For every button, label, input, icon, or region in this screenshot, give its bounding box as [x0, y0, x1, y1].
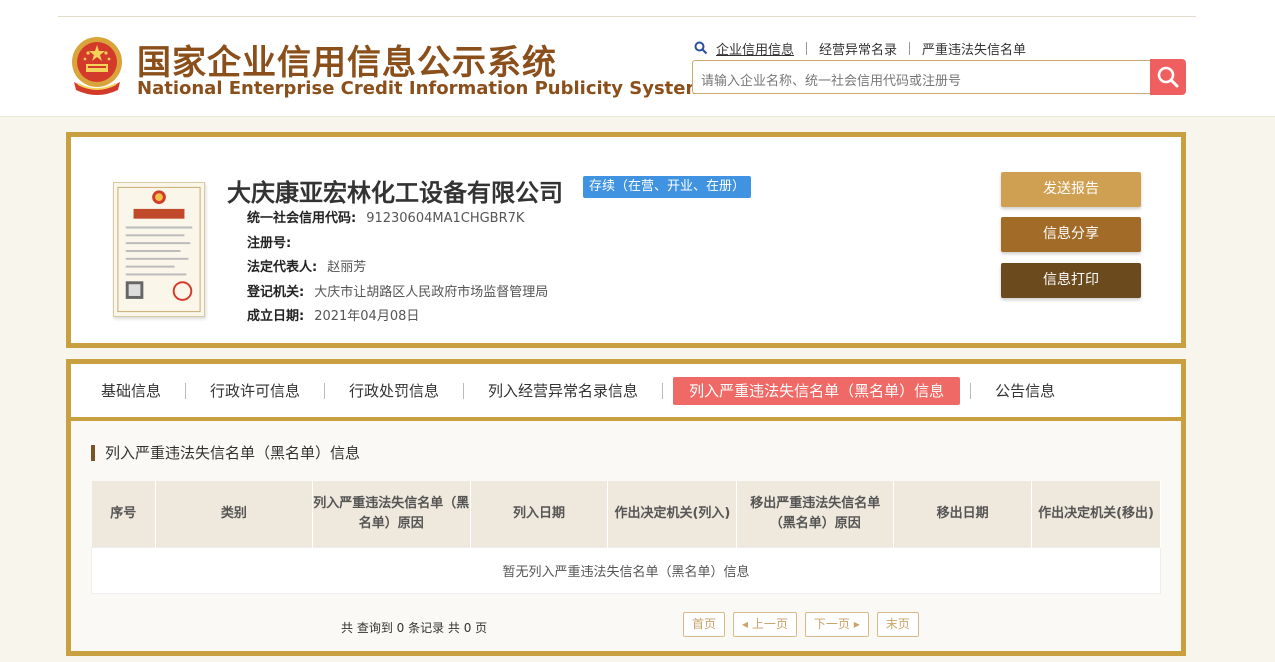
info-label: 法定代表人: [247, 260, 318, 275]
header-divider [58, 16, 1196, 17]
next-page-label: 下一页 [813, 617, 850, 631]
column-header: 列入严重违法失信名单（黑名单）原因 [312, 481, 471, 547]
info-label: 注册号: [247, 235, 292, 251]
tab-separator [185, 382, 187, 399]
tab-separator [324, 382, 326, 399]
prev-page-label: 上一页 [751, 617, 788, 631]
column-header: 列入日期 [470, 481, 609, 547]
section-title: 列入严重违法失信名单（黑名单）信息 [91, 445, 360, 461]
company-name: 大庆康亚宏林化工设备有限公司 [227, 179, 563, 207]
info-value: 91230604MA1CHGBR7K [366, 211, 525, 226]
info-label: 登记机关: [247, 284, 305, 300]
info-label: 统一社会信用代码: [247, 211, 357, 226]
tab-announcements[interactable]: 公告信息 [981, 377, 1069, 405]
blacklist-panel: 列入严重违法失信名单（黑名单）信息 序号 类别 列入严重违法失信名单（黑名单）原… [71, 421, 1181, 651]
pagination: 首页 ◂ 上一页 下一页 ▸ 末页 [683, 612, 919, 637]
first-page-button[interactable]: 首页 [683, 612, 726, 637]
info-label: 成立日期: [247, 309, 305, 324]
info-row-established: 成立日期: 2021年04月08日 [247, 305, 548, 330]
search-input[interactable]: 请输入企业名称、统一社会信用代码或注册号 [692, 60, 1150, 94]
business-license-icon[interactable] [113, 182, 205, 317]
tab-abnormal-list[interactable]: 列入经营异常名录信息 [474, 377, 652, 405]
column-header: 作出决定机关(移出) [1031, 481, 1161, 547]
company-card: 大庆康亚宏林化工设备有限公司 存续（在营、开业、在册） 统一社会信用代码: 912… [66, 132, 1186, 348]
info-value: 赵丽芳 [327, 260, 367, 275]
info-row-reg-number: 注册号: [247, 232, 548, 257]
tab-separator [970, 382, 972, 399]
chevron-right-icon: ▸ [849, 617, 860, 631]
site-title-en: National Enterprise Credit Information P… [137, 78, 705, 99]
table-header-row: 序号 类别 列入严重违法失信名单（黑名单）原因 列入日期 作出决定机关(列入) … [91, 481, 1161, 547]
info-row-authority: 登记机关: 大庆市让胡路区人民政府市场监督管理局 [247, 281, 548, 306]
column-header: 类别 [155, 481, 313, 547]
column-header: 序号 [91, 481, 156, 547]
status-badge: 存续（在营、开业、在册） [583, 176, 752, 198]
detail-card: 基础信息 行政许可信息 行政处罚信息 列入经营异常名录信息 列入严重违法失信名单… [66, 359, 1186, 656]
next-page-button[interactable]: 下一页 ▸ [804, 612, 869, 637]
prev-page-button[interactable]: ◂ 上一页 [733, 612, 797, 637]
column-header: 移出严重违法失信名单（黑名单）原因 [736, 481, 895, 547]
tab-admin-license[interactable]: 行政许可信息 [196, 377, 314, 405]
info-value: 大庆市让胡路区人民政府市场监督管理局 [314, 284, 549, 300]
column-header: 作出决定机关(列入) [607, 481, 738, 547]
search-button[interactable] [1150, 59, 1186, 95]
company-info: 统一社会信用代码: 91230604MA1CHGBR7K 注册号: 法定代表人: 赵… [247, 207, 548, 330]
info-value: 2021年04月08日 [314, 309, 420, 324]
chevron-left-icon: ◂ [742, 617, 752, 631]
print-button[interactable]: 信息打印 [1001, 263, 1141, 298]
site-title-cn: 国家企业信用信息公示系统 [137, 43, 557, 83]
send-report-button[interactable]: 发送报告 [1001, 172, 1141, 207]
tab-blacklist[interactable]: 列入严重违法失信名单（黑名单）信息 [673, 376, 961, 405]
link-blacklist[interactable]: 严重违法失信名单 [910, 39, 1038, 58]
tab-bar: 基础信息 行政许可信息 行政处罚信息 列入经营异常名录信息 列入严重违法失信名单… [71, 364, 1181, 421]
site-header: 国家企业信用信息公示系统 National Enterprise Credit … [0, 0, 1275, 117]
blacklist-table: 序号 类别 列入严重违法失信名单（黑名单）原因 列入日期 作出决定机关(列入) … [91, 481, 1161, 594]
info-row-credit-code: 统一社会信用代码: 91230604MA1CHGBR7K [247, 207, 548, 232]
tab-basic-info[interactable]: 基础信息 [87, 377, 175, 405]
info-row-legal-rep: 法定代表人: 赵丽芳 [247, 256, 548, 281]
search-link-icon [694, 41, 708, 55]
search-icon [1157, 66, 1179, 88]
pagination-summary: 共 查询到 0 条记录 共 0 页 [341, 621, 488, 635]
tab-separator [662, 382, 664, 399]
empty-message: 暂无列入严重违法失信名单（黑名单）信息 [91, 546, 1161, 594]
share-button[interactable]: 信息分享 [1001, 217, 1141, 252]
tab-separator [463, 382, 465, 399]
top-links: 企业信用信息 经营异常名录 严重违法失信名单 [694, 38, 1038, 58]
national-emblem-icon [72, 37, 122, 95]
link-abnormal-list[interactable]: 经营异常名录 [807, 39, 909, 58]
last-page-button[interactable]: 末页 [876, 612, 919, 637]
table-row: 暂无列入严重违法失信名单（黑名单）信息 [91, 546, 1161, 594]
tab-admin-penalty[interactable]: 行政处罚信息 [335, 377, 453, 405]
column-header: 移出日期 [893, 481, 1033, 547]
link-enterprise-credit[interactable]: 企业信用信息 [708, 39, 806, 58]
